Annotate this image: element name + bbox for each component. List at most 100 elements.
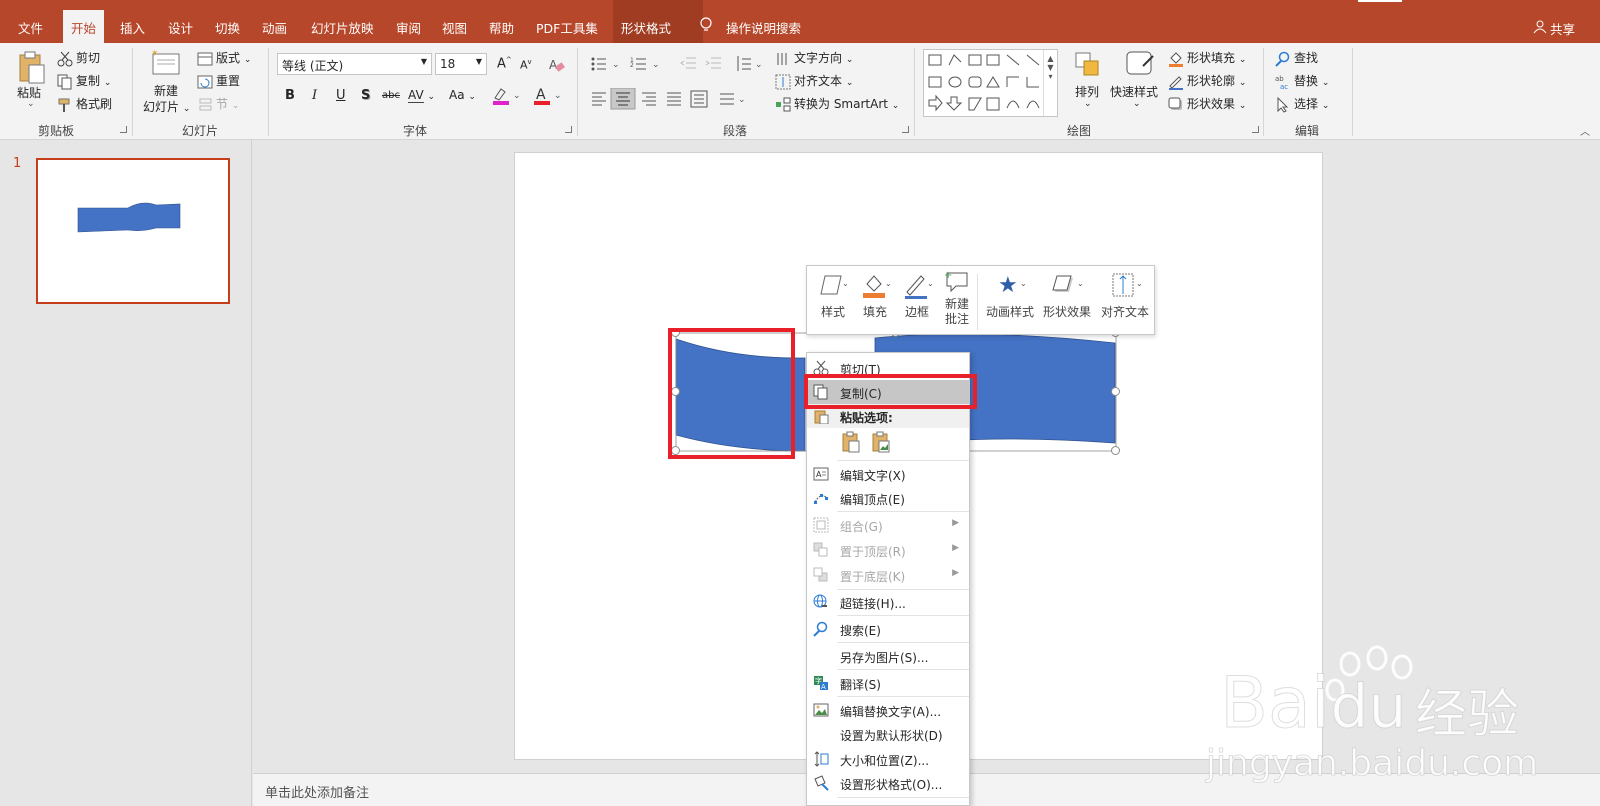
find-button[interactable]: 查找 (1275, 49, 1318, 67)
replace-button[interactable]: ab ac 替换 ⌄ (1275, 72, 1330, 91)
grow-font-button[interactable]: A^ (497, 56, 512, 71)
font-size-select[interactable]: 18 ▼ (435, 53, 487, 75)
tab-help[interactable]: 帮助 (481, 10, 522, 43)
menu-item-size-position[interactable]: 大小和位置(Z)... (807, 747, 969, 771)
menu-item-set-default-shape[interactable]: 设置为默认形状(D) (807, 722, 969, 746)
new-slide-label-2: 幻灯片 (143, 100, 180, 114)
svg-text:⌄: ⌄ (755, 60, 763, 70)
mini-new-comment-button[interactable]: + 新建 批注 (939, 266, 975, 336)
underline-button[interactable]: U (336, 88, 346, 103)
menu-item-translate[interactable]: 字A 翻译(S) (807, 671, 969, 695)
chevron-right-icon: ▶ (952, 568, 959, 578)
menu-item-search[interactable]: 搜索(E) (807, 617, 969, 641)
layout-icon (197, 51, 213, 67)
resize-handle[interactable] (1111, 446, 1120, 455)
mini-style-button[interactable]: ⌄ 样式 (813, 266, 853, 336)
tab-shape-format[interactable]: 形状格式 (613, 0, 703, 43)
toolbar-separator (977, 274, 978, 330)
tab-design[interactable]: 设计 (160, 10, 201, 43)
clear-formatting-icon[interactable]: A (548, 56, 566, 74)
shape-fill-button[interactable]: 形状填充 ⌄ (1168, 49, 1246, 67)
section-button[interactable]: 节 ⌄ (197, 95, 239, 113)
slide-thumbnail[interactable] (36, 158, 230, 304)
italic-button[interactable]: I (312, 88, 317, 103)
menu-item-save-as-picture[interactable]: 另存为图片(S)... (807, 644, 969, 668)
svg-text:⌄: ⌄ (927, 279, 934, 288)
menu-item-hyperlink[interactable]: 超链接(H)... (807, 590, 969, 614)
tab-transitions[interactable]: 切换 (207, 10, 248, 43)
mini-fill-button[interactable]: ⌄ 填充 (855, 266, 895, 336)
drawing-launcher[interactable] (1252, 126, 1259, 133)
chevron-down-icon: ⌄ (427, 92, 436, 102)
paste-as-picture-icon[interactable] (870, 431, 892, 453)
align-text-button[interactable]: 对齐文本 ⌄ (775, 72, 853, 90)
font-name-select[interactable]: 等线 (正文) ▼ (277, 53, 432, 75)
change-case-button[interactable]: Aa ⌄ (449, 88, 476, 102)
quick-styles-button[interactable]: 快速样式 (1110, 83, 1158, 100)
menu-item-format-shape[interactable]: 设置形状格式(O)... (807, 771, 969, 795)
paste-dropdown-icon[interactable]: ⌄ (27, 99, 35, 109)
menu-item-edit-text[interactable]: A 编辑文字(X) (807, 462, 969, 486)
cut-label: 剪切 (76, 51, 101, 65)
mini-shape-effect-button[interactable]: ⌄ 形状效果 (1039, 266, 1095, 336)
menu-item-label: 编辑替换文字(A)... (840, 705, 942, 719)
reset-button[interactable]: 重置 (197, 72, 240, 90)
menu-item-label: 设置形状格式(O)... (840, 778, 943, 792)
slide-thumbnail-pane: 1 (0, 140, 252, 806)
text-direction-button[interactable]: 文字方向 ⌄ (775, 49, 853, 67)
copy-button[interactable]: 复制 ⌄ (57, 72, 111, 90)
svg-text:⌄: ⌄ (885, 279, 892, 288)
collapse-ribbon-icon[interactable]: ︿ (1580, 123, 1590, 138)
convert-smartart-button[interactable]: 转换为 SmartArt ⌄ (775, 95, 899, 113)
tab-home[interactable]: 开始 (63, 10, 105, 43)
cut-button[interactable]: 剪切 (57, 49, 100, 67)
font-launcher[interactable] (565, 126, 572, 133)
clipboard-launcher[interactable] (120, 126, 127, 133)
select-button[interactable]: 选择 ⌄ (1275, 95, 1329, 113)
tab-pdf-tools[interactable]: PDF工具集 (528, 10, 606, 43)
tab-file[interactable]: 文件 (10, 10, 51, 43)
new-slide-button[interactable]: 幻灯片 ⌄ (143, 98, 190, 115)
menu-item-label: 组合(G) (840, 520, 883, 534)
resize-handle[interactable] (1111, 387, 1120, 396)
menu-item-edit-points[interactable]: 编辑顶点(E) (807, 486, 969, 510)
char-spacing-button[interactable]: AV ⌄ (408, 88, 436, 103)
shadow-button[interactable]: S (361, 88, 370, 103)
menu-item-edit-alt-text[interactable]: 编辑替换文字(A)... (807, 698, 969, 722)
layout-button[interactable]: 版式 ⌄ (197, 49, 251, 67)
mini-align-text-button[interactable]: ⌄ 对齐文本 (1097, 266, 1153, 336)
tab-animations[interactable]: 动画 (254, 10, 295, 43)
shapes-gallery[interactable]: ▲ ▼ ▾ (923, 49, 1058, 117)
menu-item-bring-to-front[interactable]: 置于顶层(R) ▶ (807, 538, 969, 562)
share-button[interactable]: 共享 (1542, 10, 1583, 43)
menu-item-group[interactable]: 组合(G) ▶ (807, 513, 969, 537)
select-label: 选择 (1294, 97, 1319, 111)
paste-keep-formatting-icon[interactable] (840, 431, 862, 453)
tab-review[interactable]: 审阅 (388, 10, 429, 43)
menu-item-send-to-back[interactable]: 置于底层(K) ▶ (807, 563, 969, 587)
highlight-color-button[interactable]: ⌄ (492, 86, 522, 106)
menu-item-label: 置于底层(K) (840, 570, 906, 584)
chevron-down-icon[interactable]: ⌄ (1084, 99, 1092, 109)
arrange-button[interactable]: 排列 (1075, 83, 1099, 100)
shape-effects-icon (1168, 97, 1184, 113)
mini-border-button[interactable]: ⌄ 边框 (897, 266, 937, 336)
section-icon (197, 97, 213, 113)
shrink-font-button[interactable]: Av (520, 58, 532, 72)
new-slide-label-1[interactable]: 新建 (154, 82, 178, 99)
tell-me-search[interactable]: 操作说明搜索 (718, 10, 809, 43)
chevron-down-icon: ⌄ (1321, 78, 1330, 88)
shape-fill-label: 形状填充 (1187, 51, 1236, 65)
mini-animation-style-button[interactable]: ★ ⌄ 动画样式 (981, 266, 1039, 336)
tab-view[interactable]: 视图 (434, 10, 475, 43)
bold-button[interactable]: B (285, 88, 295, 103)
paragraph-launcher[interactable] (902, 126, 909, 133)
shape-effects-button[interactable]: 形状效果 ⌄ (1168, 95, 1246, 113)
tab-insert[interactable]: 插入 (112, 10, 153, 43)
shape-outline-button[interactable]: 形状轮廓 ⌄ (1168, 72, 1246, 90)
chevron-down-icon[interactable]: ⌄ (1133, 99, 1141, 109)
strikethrough-button[interactable]: abc (382, 90, 400, 101)
tab-slideshow[interactable]: 幻灯片放映 (303, 10, 382, 43)
font-color-button[interactable]: A ⌄ (533, 86, 563, 106)
format-painter-button[interactable]: 格式刷 (57, 95, 112, 113)
